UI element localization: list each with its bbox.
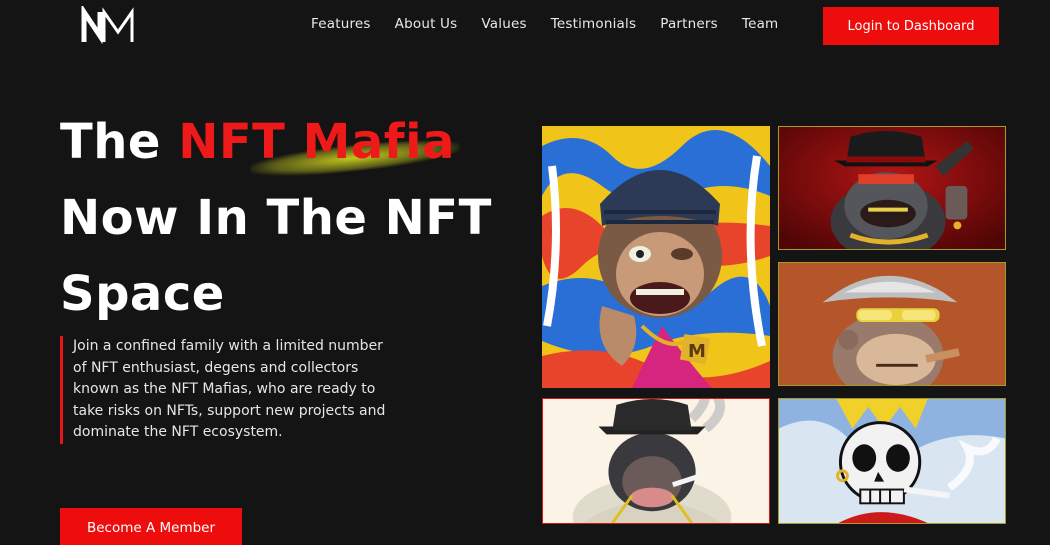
crowned-skull-nft-icon (778, 398, 1006, 524)
nav-link-team[interactable]: Team (742, 16, 778, 32)
nav-link-testimonials[interactable]: Testimonials (551, 16, 637, 32)
become-member-button[interactable]: Become A Member (60, 508, 242, 545)
hero-description: Join a confined family with a limited nu… (60, 336, 390, 444)
nav-link-about-us[interactable]: About Us (395, 16, 458, 32)
hero-title-prefix: The (60, 114, 179, 170)
hero-title-line1: The NFT Mafia (60, 104, 530, 180)
nav-link-features[interactable]: Features (311, 16, 371, 32)
hero-title-line2: Now In The NFT (60, 190, 492, 246)
nav-link-partners[interactable]: Partners (660, 16, 718, 32)
hero-title-accent: NFT Mafia (178, 114, 455, 170)
smoking-gorilla-nft-icon (542, 398, 770, 524)
hero-title: The NFT Mafia Now In The NFT Space (60, 104, 530, 332)
login-dashboard-button[interactable]: Login to Dashboard (823, 7, 999, 45)
nav-link-values[interactable]: Values (481, 16, 526, 32)
svg-text:M: M (688, 341, 706, 362)
beanie-chimp-nft-icon: M (542, 126, 770, 388)
fedora-gorilla-gun-nft-icon (778, 126, 1006, 250)
nm-logo-icon[interactable] (80, 3, 138, 46)
bucket-hat-ape-nft-icon (778, 262, 1006, 386)
nav-links: Features About Us Values Testimonials Pa… (311, 16, 802, 32)
top-navbar: Features About Us Values Testimonials Pa… (0, 0, 1050, 52)
hero-title-line3: Space (60, 266, 225, 322)
